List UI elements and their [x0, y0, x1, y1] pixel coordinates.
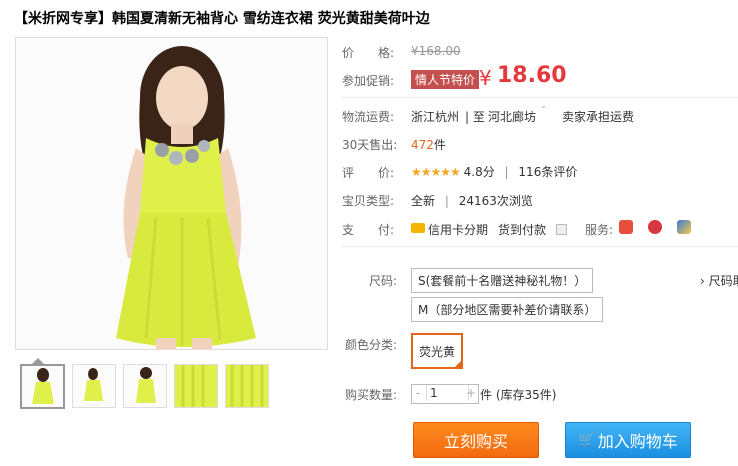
- cod-info-icon[interactable]: [556, 224, 567, 235]
- size-option-s[interactable]: S(套餐前十名赠送神秘礼物！）: [411, 268, 594, 293]
- cash-on-delivery[interactable]: 货到付款: [498, 221, 546, 238]
- rating-score: 4.8分: [463, 165, 495, 179]
- service-guarantee-icon[interactable]: [648, 220, 662, 234]
- main-product-image[interactable]: [15, 37, 328, 350]
- service-label: 服务:: [585, 223, 614, 237]
- condition-type: 全新: [411, 194, 436, 208]
- rating-label: 评 价:: [342, 166, 395, 180]
- add-to-cart-label: 加入购物车: [597, 432, 678, 451]
- thumbnail-3[interactable]: [123, 364, 167, 408]
- promo-label: 参加促销:: [342, 74, 395, 88]
- view-count: 24163次浏览: [458, 194, 533, 208]
- service-7day-icon[interactable]: [619, 220, 633, 234]
- condition-sep: |: [444, 194, 449, 208]
- buy-now-label: 立刻购买: [443, 432, 508, 451]
- stock-info: 件 (库存35件): [480, 388, 557, 402]
- sales-count: 472: [411, 138, 434, 152]
- rating-reviews-link[interactable]: 116条评价: [518, 165, 577, 179]
- quantity-plus-button[interactable]: +: [466, 386, 476, 400]
- rating-stars-icon: ★★★★★: [411, 165, 461, 179]
- color-label: 颜色分类:: [345, 338, 398, 352]
- thumbnail-1[interactable]: [20, 364, 65, 409]
- buy-now-button[interactable]: 立刻购买: [413, 422, 539, 458]
- service-badge-icon[interactable]: [677, 220, 691, 234]
- sales-label: 30天售出:: [342, 138, 398, 152]
- divider: [342, 246, 738, 247]
- yen-sign: ¥: [479, 66, 492, 90]
- shipping-fee: 卖家承担运费: [562, 110, 635, 124]
- ship-from: 浙江杭州: [411, 110, 460, 124]
- promo-tag: 情人节特价: [411, 70, 480, 89]
- promo-price: 18.60: [497, 63, 567, 88]
- size-guide-link[interactable]: › 尺码助: [700, 272, 738, 289]
- quantity-label: 购买数量:: [345, 388, 398, 402]
- size-option-m[interactable]: M（部分地区需要补差价请联系）: [411, 297, 604, 322]
- divider: [342, 97, 738, 98]
- thumbnail-2[interactable]: [72, 364, 116, 408]
- location-caret-icon[interactable]: ˇ: [541, 106, 546, 117]
- original-price: ¥168.00: [411, 44, 461, 58]
- credit-installment[interactable]: 信用卡分期: [428, 221, 488, 238]
- quantity-minus-button[interactable]: -: [413, 386, 423, 400]
- condition-label: 宝贝类型:: [342, 194, 395, 208]
- thumbnail-4[interactable]: [174, 364, 218, 408]
- cart-icon: 🛒: [578, 432, 596, 448]
- price-label: 价 格:: [342, 46, 395, 60]
- thumbnail-5[interactable]: [225, 364, 269, 408]
- add-to-cart-button[interactable]: 🛒 加入购物车: [565, 422, 691, 458]
- product-title: 【米折网专享】韩国夏清新无袖背心 雪纺连衣裙 荧光黄甜美荷叶边: [14, 11, 430, 27]
- shipping-label: 物流运费:: [342, 110, 395, 124]
- sales-unit: 件: [433, 138, 446, 152]
- rating-sep: |: [504, 165, 509, 179]
- size-label: 尺码:: [369, 274, 398, 288]
- payment-label: 支 付:: [342, 223, 395, 237]
- ship-to-location[interactable]: 河北廊坊: [488, 108, 536, 125]
- quantity-input[interactable]: 1: [426, 385, 469, 401]
- color-option-fluorescent-yellow[interactable]: 荧光黄: [411, 333, 463, 369]
- ship-to-sep: | 至: [465, 110, 485, 124]
- credit-card-icon: [411, 223, 425, 233]
